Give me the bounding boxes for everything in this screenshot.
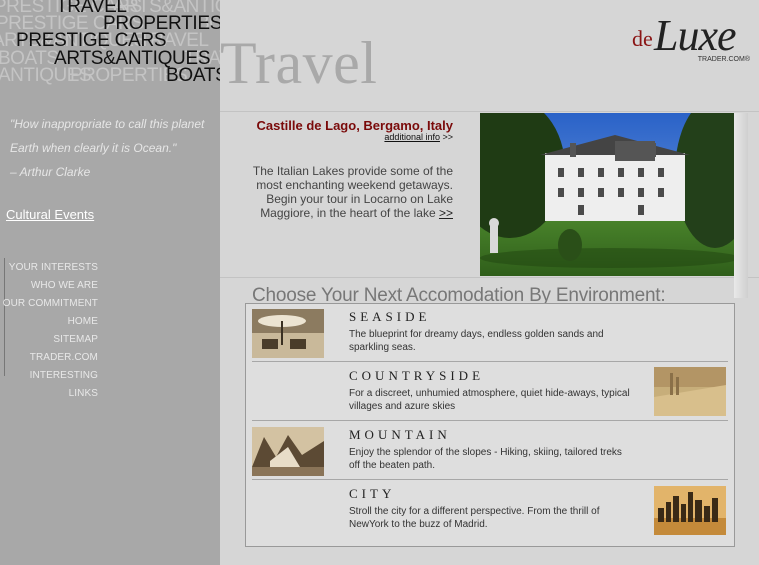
env-name[interactable]: COUNTRYSIDE xyxy=(349,368,484,384)
sidebar-nav: YOUR INTERESTS WHO WE ARE OUR COMMITMENT… xyxy=(0,259,98,403)
logo-trader: TRADER.COM® xyxy=(697,56,750,63)
additional-info-arrows: >> xyxy=(442,132,453,142)
divider xyxy=(220,277,759,278)
env-desc: Stroll the city for a different perspect… xyxy=(349,506,600,530)
env-name[interactable]: CITY xyxy=(349,486,395,502)
environment-list: SEASIDE The blueprint for dreamy days, e… xyxy=(245,303,735,547)
featured-title: Castille de Lago, Bergamo, Italy xyxy=(256,118,454,133)
villa-image xyxy=(480,113,734,276)
env-mountain[interactable]: MOUNTAIN Enjoy the splendor of the slope… xyxy=(252,422,728,480)
category-wordmark: PRESTIGE CARS ARTS&ANTIQ PRESTIGE CARS B… xyxy=(0,0,220,90)
quote: "How inappropriate to call this planet E… xyxy=(10,112,218,184)
photo-shadow xyxy=(734,113,748,298)
env-countryside[interactable]: COUNTRYSIDE For a discreet, unhumied atm… xyxy=(252,363,728,421)
cultural-events-link[interactable]: Cultural Events xyxy=(6,207,94,222)
env-desc: The blueprint for dreamy days, endless g… xyxy=(349,329,604,353)
deluxe-trader-logo[interactable]: de Luxe TRADER.COM® xyxy=(632,11,752,66)
city-thumbnail[interactable] xyxy=(654,486,726,535)
env-name[interactable]: SEASIDE xyxy=(349,309,430,325)
env-name[interactable]: MOUNTAIN xyxy=(349,427,451,443)
quote-text: "How inappropriate to call this planet E… xyxy=(10,117,205,155)
category-boats-link[interactable]: BOATS xyxy=(166,66,220,85)
divider xyxy=(220,111,759,112)
city-image xyxy=(654,486,726,535)
env-divider xyxy=(252,479,728,480)
env-desc: For a discreet, unhumied atmosphere, qui… xyxy=(349,388,630,412)
logo-de: de xyxy=(632,26,653,51)
nav-home[interactable]: HOME xyxy=(0,313,98,331)
featured-more-link[interactable]: >> xyxy=(439,206,453,220)
nav-trader-com[interactable]: TRADER.COM xyxy=(0,349,98,367)
env-divider xyxy=(252,361,728,362)
mountain-thumbnail[interactable] xyxy=(252,427,324,476)
featured-description: The Italian Lakes provide some of the mo… xyxy=(240,164,453,220)
seaside-image xyxy=(252,309,324,358)
env-city[interactable]: CITY Stroll the city for a different per… xyxy=(252,481,728,539)
nav-who-we-are[interactable]: WHO WE ARE xyxy=(0,277,98,295)
nav-sitemap[interactable]: SITEMAP xyxy=(0,331,98,349)
featured-photo xyxy=(480,113,734,276)
env-desc: Enjoy the splendor of the slopes - Hikin… xyxy=(349,447,622,471)
nav-interesting-links[interactable]: INTERESTING LINKS xyxy=(0,367,98,403)
nav-your-interests[interactable]: YOUR INTERESTS xyxy=(0,259,98,277)
additional-info-link[interactable]: additional info xyxy=(384,132,440,142)
sidebar: PRESTIGE CARS ARTS&ANTIQ PRESTIGE CARS B… xyxy=(0,0,220,565)
additional-info: additional info >> xyxy=(384,132,453,142)
env-seaside[interactable]: SEASIDE The blueprint for dreamy days, e… xyxy=(252,304,728,362)
section-title: Travel xyxy=(220,30,378,96)
nav-our-commitment[interactable]: OUR COMMITMENT xyxy=(0,295,98,313)
quote-author: – Arthur Clarke xyxy=(10,165,91,179)
featured-description-text: The Italian Lakes provide some of the mo… xyxy=(252,164,453,220)
env-divider xyxy=(252,420,728,421)
mountain-image xyxy=(252,427,324,476)
logo-luxe: Luxe xyxy=(654,11,737,60)
countryside-thumbnail[interactable] xyxy=(654,367,726,416)
seaside-thumbnail[interactable] xyxy=(252,309,324,358)
countryside-image xyxy=(654,367,726,416)
